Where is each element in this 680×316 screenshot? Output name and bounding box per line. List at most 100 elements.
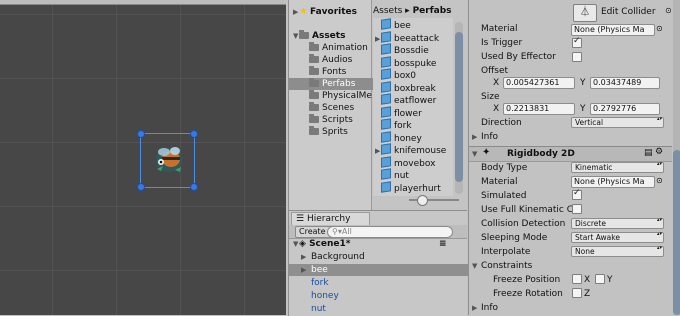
size-y-label[interactable]: Y (580, 104, 586, 114)
folder-icon (309, 90, 319, 99)
offset-y-label[interactable]: Y (580, 78, 586, 88)
hierarchy-item[interactable]: ▶ bee (289, 264, 479, 276)
used-by-effector-checkbox[interactable] (572, 52, 582, 62)
size-y-field[interactable]: 0.2792776 (590, 103, 660, 115)
simulated-checkbox[interactable] (572, 188, 582, 200)
asset-item[interactable]: flower (375, 105, 453, 119)
unity-scene-icon: ◈ (299, 239, 310, 249)
folder-icon (299, 30, 309, 39)
favorites-item[interactable]: ▶★ Favorites (289, 6, 375, 18)
asset-item[interactable]: bee (375, 18, 453, 31)
body-type-dropdown[interactable]: Kinematic (571, 162, 664, 173)
resize-handle-bottom-left[interactable] (137, 183, 145, 191)
prefab-cube-icon (381, 118, 391, 130)
hierarchy-item[interactable]: honey (289, 290, 479, 302)
scene-menu-icon[interactable]: ≡ (439, 238, 447, 250)
freeze-position-y-checkbox[interactable] (595, 274, 605, 284)
asset-item[interactable]: honey (375, 130, 453, 144)
expand-arrow-icon[interactable]: ▶ (301, 264, 311, 276)
expand-arrow-icon[interactable]: ▶ (472, 304, 477, 312)
object-picker-icon[interactable]: ⊙ (656, 24, 663, 33)
collapse-arrow-icon[interactable]: ▼ (472, 262, 477, 270)
hierarchy-item[interactable]: fork (289, 277, 479, 289)
asset-item[interactable]: movebox (375, 155, 453, 169)
expand-arrow-icon[interactable]: ▶ (472, 133, 477, 141)
asset-item[interactable]: boxbreak (375, 80, 453, 94)
folder-label: Scripts (322, 115, 353, 125)
prefab-cube-icon (381, 168, 391, 180)
asset-label: beeattack (394, 33, 440, 44)
collision-detection-dropdown[interactable]: Discrete (571, 218, 664, 229)
size-x-field[interactable]: 0.2213831 (503, 103, 575, 115)
object-picker-icon[interactable]: ⊙ (656, 176, 663, 185)
help-book-icon[interactable]: ▤ (644, 148, 653, 158)
asset-item[interactable]: box0 (375, 68, 453, 81)
breadcrumb-root[interactable]: Assets (373, 6, 402, 16)
asset-label: flower (394, 108, 422, 119)
edit-collider-icon[interactable]: ⏃ (573, 4, 597, 22)
asset-item[interactable]: ▶ beeattack (375, 30, 453, 44)
scene-view[interactable] (0, 0, 286, 315)
interpolate-dropdown[interactable]: None (571, 246, 664, 257)
tab-hierarchy[interactable]: ☰ Hierarchy (291, 212, 370, 225)
rb-material-field[interactable]: None (Physics Ma (571, 176, 655, 188)
offset-x-label[interactable]: X (493, 78, 499, 88)
asset-item[interactable]: eatflower (375, 93, 453, 106)
freeze-position-x-checkbox[interactable] (572, 274, 582, 284)
offset-y-field[interactable]: 0.03437489 (590, 77, 660, 89)
inspector-scrollbar-thumb[interactable] (673, 150, 680, 315)
hierarchy-tab-icon: ☰ (296, 214, 307, 224)
resize-handle-top-right[interactable] (190, 130, 198, 138)
scene-row[interactable]: ▼◈ Scene1* ≡ (289, 238, 471, 250)
full-kinematic-checkbox[interactable] (572, 204, 582, 214)
edit-collider-control[interactable]: ⏃ Edit Collider (573, 4, 661, 22)
prefab-cube-icon (381, 68, 391, 80)
asset-item[interactable]: playerhurt (375, 180, 453, 194)
constraints-foldout[interactable]: Constraints (481, 261, 532, 271)
folder-label: Animation (322, 43, 368, 53)
prefab-cube-icon (381, 180, 391, 193)
hierarchy-item[interactable]: ▶ Background (289, 251, 479, 263)
size-x-label[interactable]: X (493, 104, 499, 114)
freeze-rotation-z-checkbox[interactable] (572, 288, 582, 298)
full-kinematic-label: Use Full Kinematic C (481, 205, 573, 215)
direction-dropdown[interactable]: Vertical (571, 117, 664, 128)
resize-handle-top-left[interactable] (137, 130, 145, 138)
bee-sprite[interactable] (151, 142, 187, 176)
hierarchy-item[interactable]: nut (289, 303, 479, 315)
freeze-position-label: Freeze Position (493, 275, 561, 285)
asset-item[interactable]: bosspuke (375, 55, 453, 69)
rigidbody-info-foldout[interactable]: Info (481, 303, 498, 313)
collapse-arrow-icon[interactable]: ▼ (472, 150, 477, 158)
offset-x-field[interactable]: 0.005427361 (503, 77, 575, 89)
asset-item[interactable]: fork (375, 118, 453, 131)
search-icon: ⚲▾ (332, 227, 342, 236)
project-folder-item[interactable]: ▼ Assets (289, 30, 375, 42)
selection-rect[interactable] (140, 133, 195, 188)
project-scrollbar-thumb[interactable] (455, 32, 463, 182)
is-trigger-label: Is Trigger (481, 38, 523, 48)
asset-item[interactable]: ▶ knifemouse (375, 143, 453, 156)
asset-item[interactable]: nut (375, 168, 453, 181)
breadcrumb-current[interactable]: Perfabs (413, 6, 452, 16)
resize-handle-bottom-right[interactable] (190, 183, 198, 191)
scene-toolbar (0, 0, 286, 5)
rigidbody-icon: ✦ (482, 147, 491, 158)
expand-arrow-icon[interactable]: ▶ (301, 251, 311, 263)
asset-item[interactable]: Bossdie (375, 43, 453, 56)
hierarchy-search-input[interactable]: ⚲▾All (327, 226, 453, 238)
gear-icon[interactable]: ⚙ (655, 147, 663, 157)
sleeping-mode-dropdown[interactable]: Start Awake (571, 232, 664, 243)
asset-label: knifemouse (394, 146, 447, 156)
is-trigger-checkbox[interactable] (572, 36, 582, 48)
prefab-cube-icon (381, 105, 391, 118)
prefab-cube-icon (381, 55, 391, 68)
folder-icon (309, 102, 319, 111)
icon-size-slider-knob[interactable] (417, 195, 428, 206)
rigidbody-2d-header[interactable]: ▼ ✦ Rigidbody 2D ▤ ⚙ (469, 146, 672, 162)
collider-info-foldout[interactable]: Info (481, 132, 498, 142)
component-settings-icon[interactable]: ⊙ (665, 6, 672, 15)
hierarchy-toolbar: Create ▾ ⚲▾All (289, 225, 467, 239)
folder-icon (309, 66, 319, 75)
collider-material-field[interactable]: None (Physics Ma (571, 24, 655, 36)
